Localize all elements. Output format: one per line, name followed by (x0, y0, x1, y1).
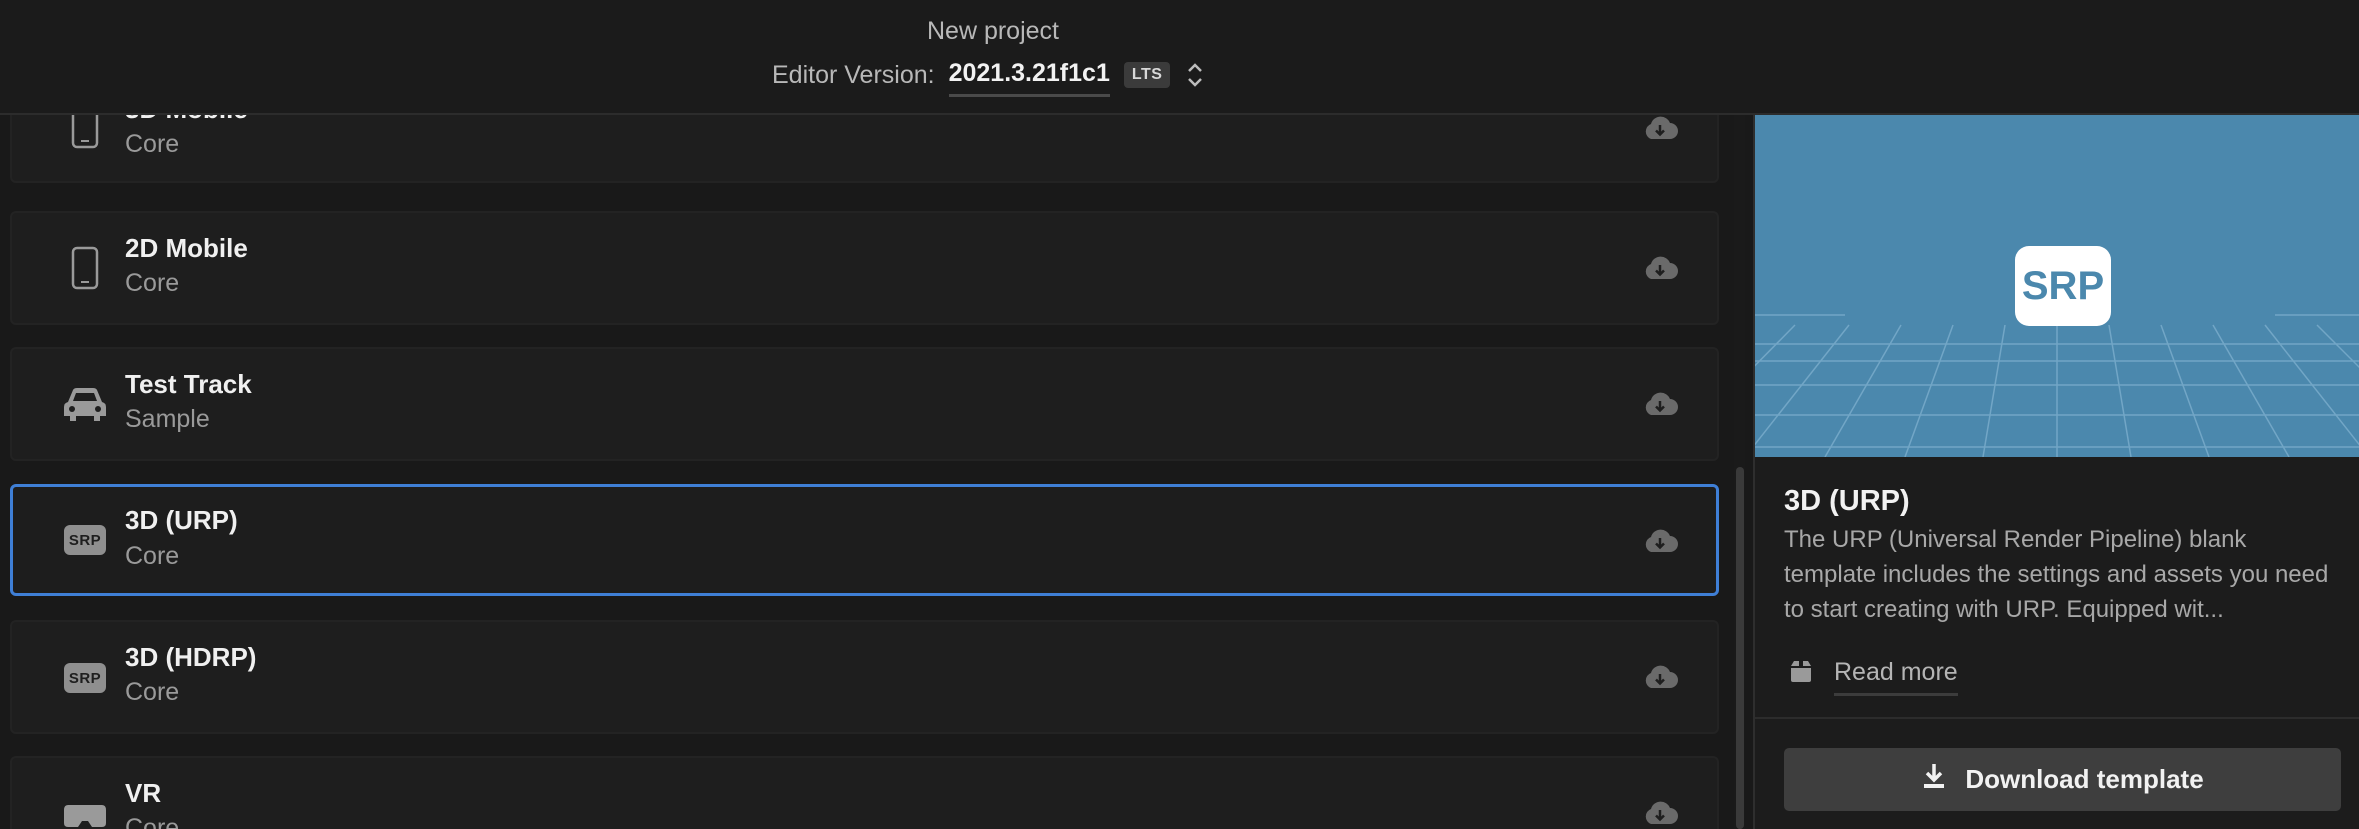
template-title: Test Track (125, 369, 252, 399)
cloud-download-icon[interactable] (1640, 797, 1680, 829)
chevron-up-down-icon[interactable] (1184, 60, 1206, 90)
template-title: 2D Mobile (125, 233, 248, 263)
cloud-download-icon[interactable] (1640, 252, 1680, 284)
read-more-link[interactable]: Read more (1834, 658, 1958, 696)
top-bar: New project Editor Version: 2021.3.21f1c… (0, 0, 2359, 115)
editor-version-select[interactable]: 2021.3.21f1c1 (948, 59, 1110, 97)
template-detail-description: The URP (Universal Render Pipeline) blan… (1784, 526, 2329, 623)
template-title: VR (125, 778, 162, 808)
template-list: 3D Mobile Core 2D Mobile Core Test Track… (0, 115, 1745, 829)
srp-icon: SRP (50, 512, 120, 568)
srp-icon-label: SRP (64, 663, 106, 693)
read-more-row[interactable]: Read more (1788, 650, 1958, 696)
car-icon (50, 376, 120, 432)
package-icon (1788, 658, 1814, 689)
srp-icon-label: SRP (64, 525, 106, 555)
template-card-test-track[interactable]: Test Track Sample (10, 347, 1719, 461)
lts-badge: LTS (1123, 62, 1171, 88)
cloud-download-icon[interactable] (1640, 115, 1680, 144)
vr-headset-icon (50, 788, 120, 829)
template-title: 3D (URP) (125, 505, 238, 535)
cloud-download-icon[interactable] (1640, 388, 1680, 420)
download-template-button[interactable]: Download template (1784, 748, 2341, 811)
template-card-3d-urp[interactable]: SRP 3D (URP) Core (10, 484, 1719, 596)
template-title: 3D Mobile (125, 115, 248, 125)
template-card-3d-hdrp[interactable]: SRP 3D (HDRP) Core (10, 620, 1719, 734)
template-detail-title: 3D (URP) (1784, 485, 1910, 517)
panel-divider-horizontal (1755, 717, 2359, 719)
template-category: Core (125, 269, 180, 297)
template-card-vr[interactable]: VR Core (10, 756, 1719, 829)
editor-version-row: Editor Version: 2021.3.21f1c1 LTS (772, 55, 1206, 97)
mobile-phone-icon (50, 240, 120, 296)
template-category: Core (125, 542, 180, 570)
template-list-scrollbar-thumb[interactable] (1736, 467, 1744, 829)
template-title: 3D (HDRP) (125, 642, 257, 672)
template-preview-image: SRP (1755, 115, 2359, 457)
template-category: Sample (125, 405, 210, 433)
cloud-download-icon[interactable] (1640, 525, 1680, 557)
template-card-3d-mobile[interactable]: 3D Mobile Core (10, 115, 1719, 183)
download-template-label: Download template (1965, 764, 2204, 794)
mobile-phone-icon (50, 115, 120, 155)
download-icon (1921, 762, 1947, 797)
editor-version-label: Editor Version: (772, 60, 935, 89)
srp-icon: SRP (50, 650, 120, 706)
template-category: Core (125, 678, 180, 706)
cloud-download-icon[interactable] (1640, 661, 1680, 693)
srp-logo: SRP (2015, 246, 2111, 326)
template-category: Core (125, 130, 180, 158)
template-card-2d-mobile[interactable]: 2D Mobile Core (10, 211, 1719, 325)
template-detail-panel: SRP 3D (URP) The URP (Universal Render P… (1755, 115, 2359, 829)
template-category: Core (125, 814, 180, 829)
window-title: New project (927, 17, 1059, 45)
